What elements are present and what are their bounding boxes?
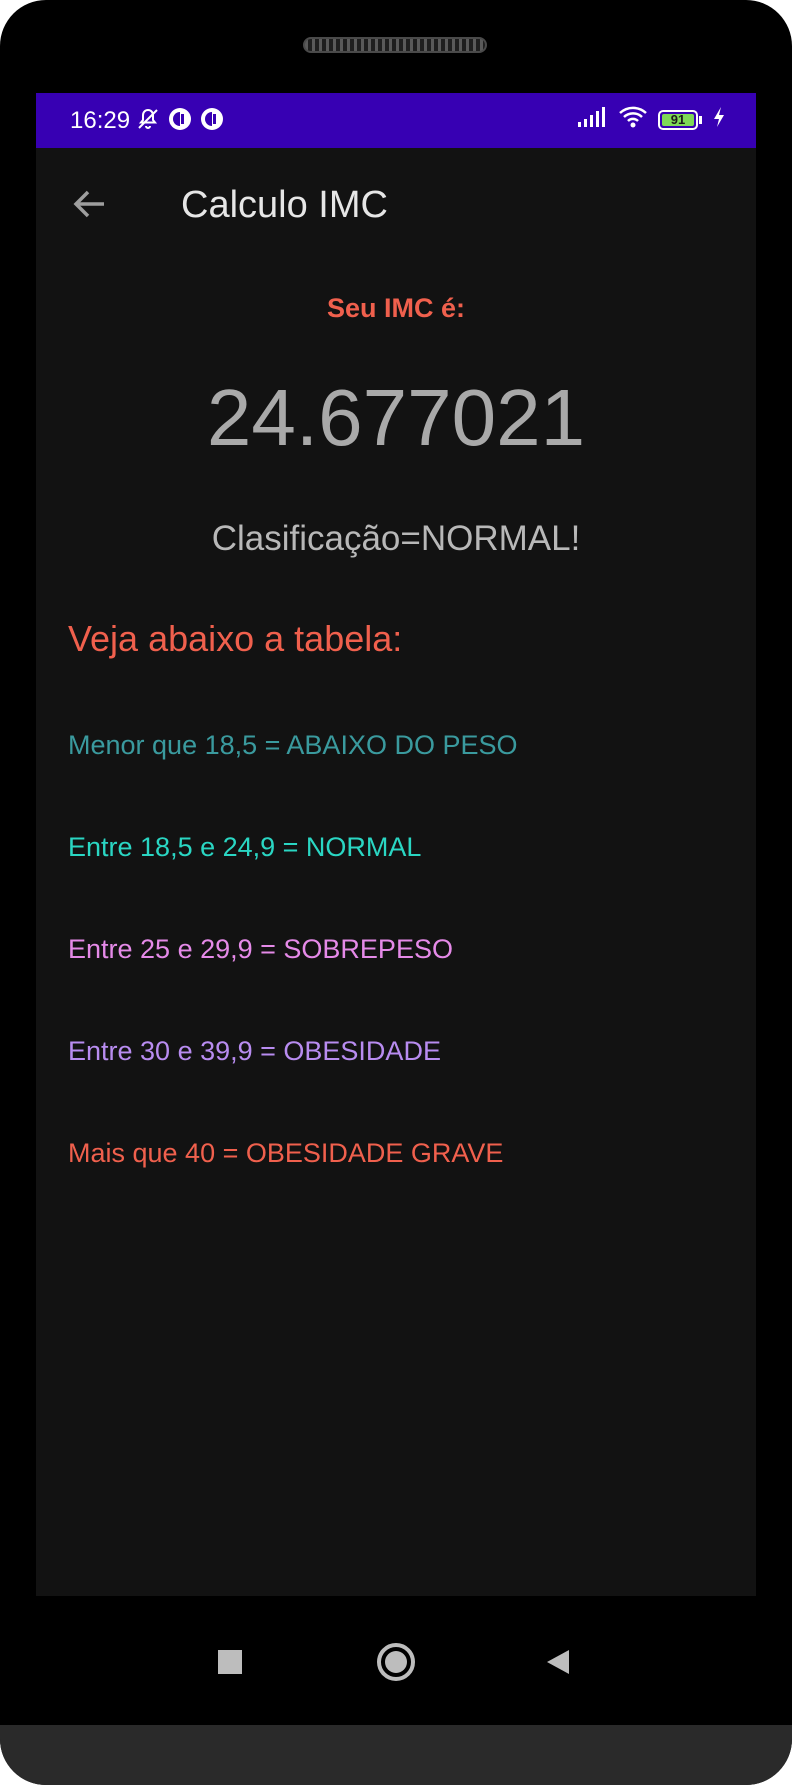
wifi-icon [618,105,648,134]
status-bar: 16:29 91 [36,93,756,148]
table-heading: Veja abaixo a tabela: [68,618,403,659]
imc-label: Seu IMC é: [326,293,466,323]
phone-speaker [303,37,487,53]
nav-back-button[interactable] [528,1632,588,1692]
status-icons-right: 91 [576,105,726,134]
status-time: 16:29 [70,107,131,134]
home-button[interactable] [366,1632,426,1692]
system-nav-bar [0,1596,792,1725]
table-row-obesity: Entre 30 e 39,9 = OBESIDADE [68,1036,441,1066]
page-title: Calculo IMC [181,184,388,226]
phone-frame: 16:29 91 Calculo IMC Seu IMC é: 24.67702… [0,0,792,1785]
imc-value: 24.677021 [206,373,586,462]
table-row-severe-obesity: Mais que 40 = OBESIDADE GRAVE [68,1138,504,1168]
app-screen: 16:29 91 Calculo IMC Seu IMC é: 24.67702… [36,93,756,1596]
back-button[interactable] [62,176,118,232]
table-row-normal: Entre 18,5 e 24,9 = NORMAL [68,832,422,862]
table-row-overweight: Entre 25 e 29,9 = SOBREPESO [68,934,453,964]
home-icon [377,1643,415,1681]
app-notification-icon [200,107,224,131]
battery-icon: 91 [658,109,702,130]
classification-text: Clasificação=NORMAL! [211,519,581,558]
status-icons-left [136,107,224,131]
recent-apps-icon [218,1650,242,1674]
recent-apps-button[interactable] [200,1632,260,1692]
signal-icon [576,105,608,134]
notifications-off-icon [136,107,160,131]
app-notification-icon [168,107,192,131]
charging-icon [712,106,726,133]
battery-level: 91 [670,112,686,127]
back-icon [547,1650,569,1674]
phone-bottom-edge [0,1725,792,1785]
arrow-back-icon [73,190,104,218]
app-bar: Calculo IMC [36,148,756,260]
table-row-underweight: Menor que 18,5 = ABAIXO DO PESO [68,730,518,760]
